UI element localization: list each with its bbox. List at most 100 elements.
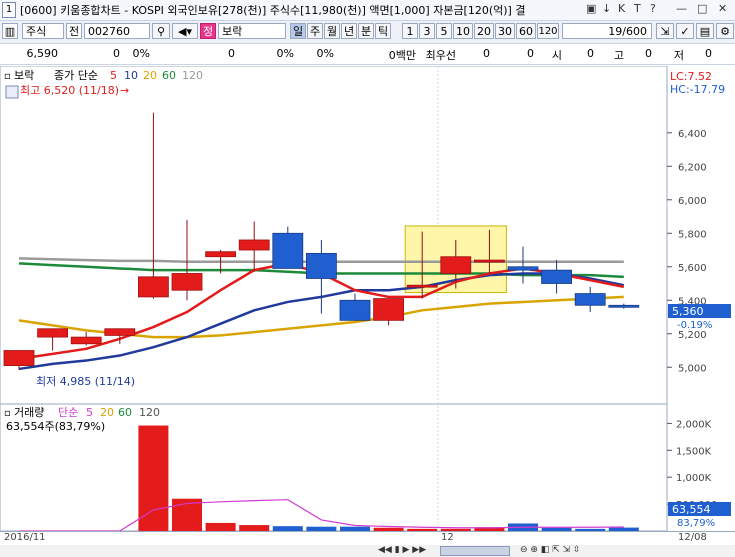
candle[interactable] [205, 251, 237, 258]
pointer-icon[interactable]: ⇲ [656, 23, 674, 39]
period-day[interactable]: 일 [290, 23, 306, 39]
interval-1[interactable]: 1 [402, 23, 418, 39]
quote-best-bid: 0 [483, 47, 490, 60]
interval-60[interactable]: 60 [516, 23, 536, 39]
quote-low: 0 [705, 47, 712, 60]
ma5-label: 5 [110, 69, 117, 82]
period-tick[interactable]: 틱 [375, 23, 391, 39]
candle[interactable] [541, 269, 572, 284]
volume-tick-label: 1,500K [676, 446, 712, 457]
speaker-icon[interactable]: ◀▾ [172, 23, 198, 39]
help-icon[interactable]: ? [650, 2, 656, 15]
arrow-down-icon[interactable]: ↓ [602, 2, 611, 15]
lc-label: LC:7.52 [670, 70, 712, 83]
candle[interactable] [507, 266, 539, 271]
minimize-button[interactable]: — [676, 2, 687, 15]
candle[interactable] [440, 256, 472, 274]
quote-turnover-rate: 0% [316, 47, 334, 60]
settings-icon[interactable]: ⚙ [716, 23, 734, 39]
scroll-first-icon[interactable]: ◀◀ ▮ ▶ ▶▶ [378, 545, 426, 555]
quote-open: 0 [587, 47, 594, 60]
close-button[interactable]: ✕ [718, 2, 727, 15]
period-week[interactable]: 주 [307, 23, 323, 39]
candle[interactable] [574, 293, 606, 306]
k-icon[interactable]: K [618, 2, 625, 15]
price-legend-name: 보락 [14, 69, 34, 82]
candle[interactable] [272, 232, 304, 269]
volume-tick-label: 2,000K [676, 419, 712, 430]
volume-bar[interactable] [138, 425, 169, 531]
price-tick-label: 6,400 [678, 129, 707, 140]
stock-name-field: 보락 [218, 23, 286, 39]
vol-ma5-label: 5 [86, 406, 93, 419]
mode-button[interactable]: 전 [66, 23, 82, 39]
count-spinner[interactable]: 19/600 [562, 23, 652, 39]
price-tick-label: 5,800 [678, 229, 707, 240]
ma120-label: 120 [182, 69, 203, 82]
period-year[interactable]: 년 [341, 23, 357, 39]
check-icon[interactable]: ✓ [676, 23, 694, 39]
candle[interactable] [608, 304, 640, 308]
current-price: 6,590 [26, 47, 59, 60]
status-badge: 정 [200, 23, 216, 39]
candle[interactable] [171, 273, 203, 291]
last-volume-pct: 83,79% [677, 518, 715, 529]
chart-scrollbar[interactable]: ◀◀ ▮ ▶ ▶▶ ⊖ ⊕ ◧ ⇱ ⇲ ⇳ [0, 545, 735, 557]
t-icon[interactable]: T [634, 2, 641, 15]
zoom-controls-icon[interactable]: ⊖ ⊕ ◧ ⇱ ⇲ ⇳ [520, 545, 581, 555]
save-icon[interactable]: ▤ [696, 23, 714, 39]
candle[interactable] [305, 252, 337, 279]
price-tick-label: 6,200 [678, 162, 707, 173]
candle[interactable] [373, 298, 405, 321]
candle[interactable] [70, 336, 102, 345]
title-bar: 1 [0600] 키움종합차트 - KOSPI 외국인보유[278(천)] 주식… [0, 0, 735, 21]
vol-ma120-label: 120 [139, 406, 160, 419]
volume-legend-square-icon: ▫ [4, 408, 11, 419]
quote-best-ask: 0 [527, 47, 534, 60]
legend-square-icon: ▫ [4, 71, 11, 82]
period-month[interactable]: 월 [324, 23, 340, 39]
options-icon[interactable]: ▣ [586, 2, 596, 15]
volume-tick-label: 1,000K [676, 473, 712, 484]
quote-high-label: 고 [613, 49, 624, 62]
candle[interactable] [406, 284, 438, 288]
interval-30[interactable]: 30 [495, 23, 515, 39]
candle[interactable] [137, 276, 169, 298]
candle[interactable] [37, 328, 68, 338]
interval-10[interactable]: 10 [453, 23, 473, 39]
candle[interactable] [3, 350, 35, 366]
maximize-button[interactable]: □ [697, 2, 707, 15]
stock-code-input[interactable]: 002760 [84, 23, 150, 39]
interval-3[interactable]: 3 [419, 23, 435, 39]
chart-type-icon[interactable]: ▥ [2, 23, 18, 39]
vol-ma60-label: 60 [118, 406, 132, 419]
candle[interactable] [473, 259, 505, 263]
candle[interactable] [238, 239, 270, 251]
quote-low-label: 저 [673, 49, 684, 62]
ma10-label: 10 [124, 69, 138, 82]
ma60-label: 60 [162, 69, 176, 82]
chart-svg[interactable]: 6,4006,2006,0005,8005,6005,4005,2005,000… [0, 65, 735, 532]
interval-5[interactable]: 5 [436, 23, 452, 39]
price-tick-label: 5,200 [678, 330, 707, 341]
quote-open-label: 시 [551, 49, 562, 62]
chart-config-icon[interactable] [5, 85, 19, 99]
vol-ma20-label: 20 [100, 406, 114, 419]
volume-bar[interactable] [205, 522, 236, 531]
quote-volume-rate: 0% [276, 47, 294, 60]
candle[interactable] [104, 328, 136, 336]
interval-20[interactable]: 20 [474, 23, 494, 39]
scroll-thumb[interactable] [440, 546, 510, 556]
window-number: 1 [2, 2, 16, 18]
interval-120[interactable]: 120 [537, 23, 559, 39]
period-minute[interactable]: 분 [358, 23, 374, 39]
chart-area[interactable]: 6,400 6,200 6,000 5,800 5,600 5,400 5,200 5,000… [0, 65, 735, 532]
count-value: 19/600 [608, 25, 647, 38]
hc-label: HC:-17.79 [670, 83, 725, 96]
price-legend-type: 종가 단순 [54, 69, 98, 82]
candle[interactable] [339, 299, 371, 321]
market-select[interactable]: 주식 [22, 23, 64, 39]
price-panel[interactable] [0, 65, 668, 405]
price-tick-label: 5,600 [678, 263, 707, 274]
search-icon[interactable]: ⚲ [152, 23, 170, 39]
